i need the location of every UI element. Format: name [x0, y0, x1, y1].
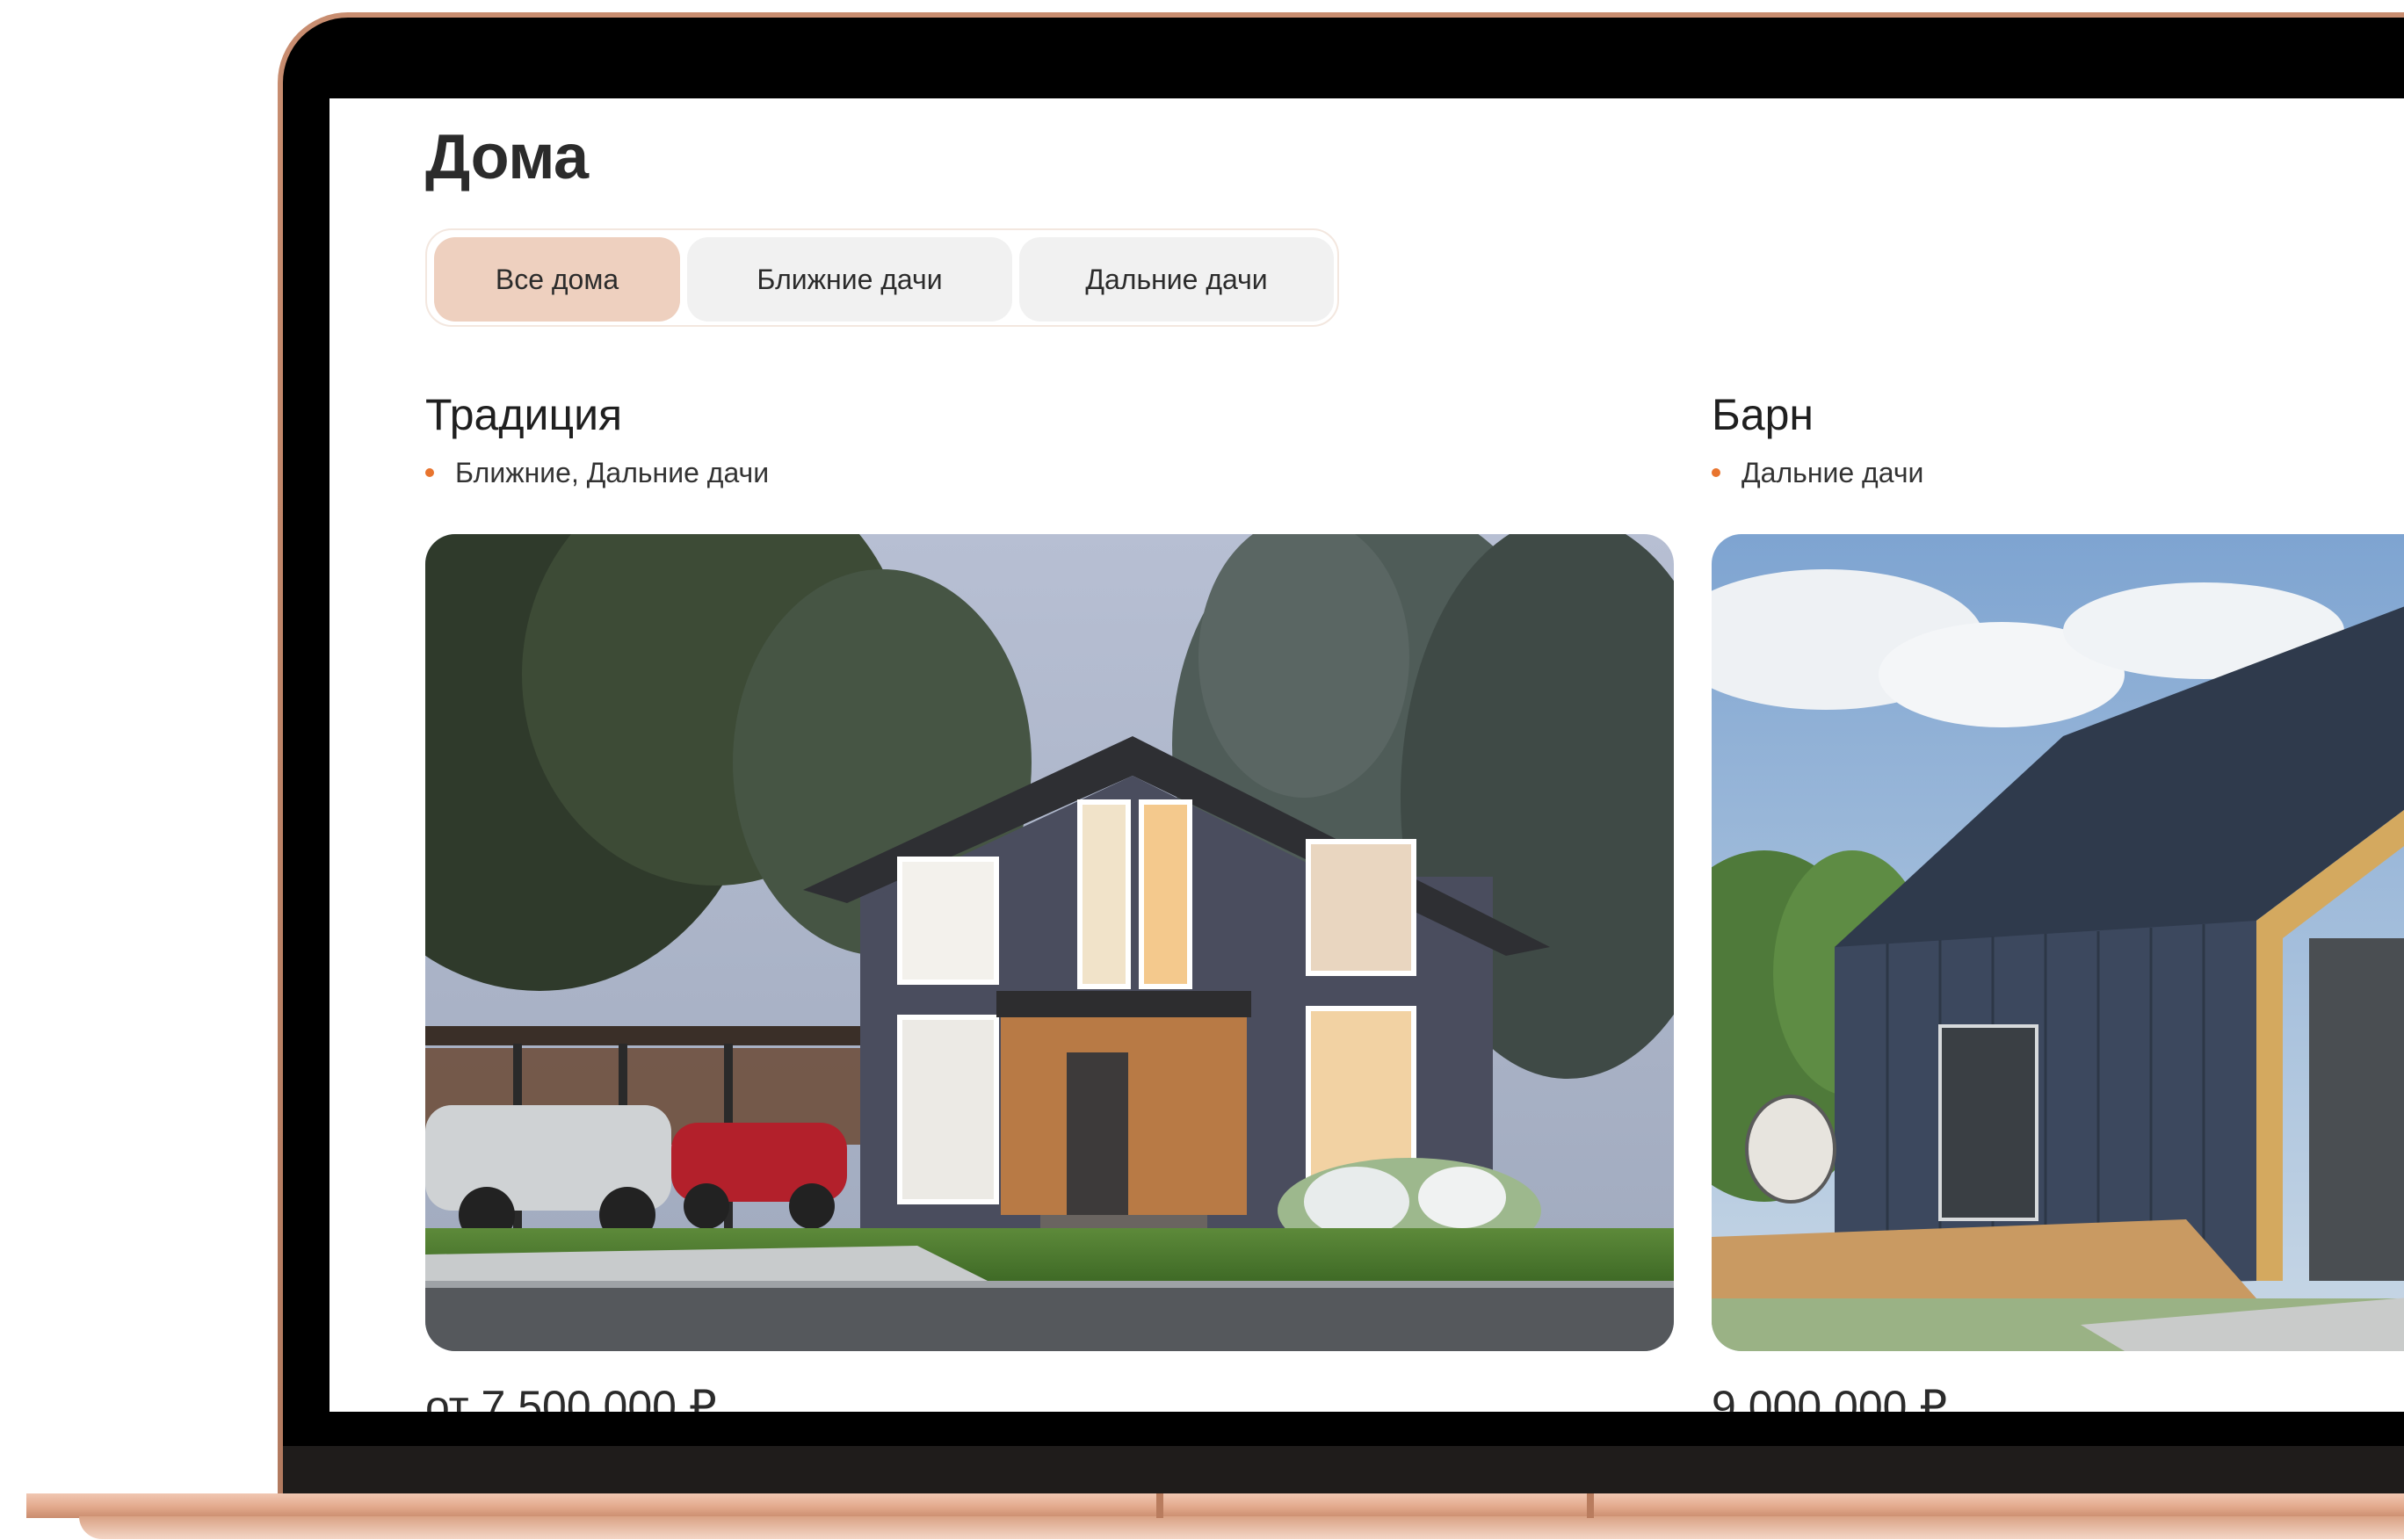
filter-all-houses[interactable]: Все дома — [434, 237, 680, 322]
bullet-dot-icon — [1712, 468, 1720, 477]
laptop-bezel-bottom — [283, 1446, 2404, 1499]
house-card-image[interactable] — [1712, 534, 2404, 1351]
laptop-base — [26, 1493, 2404, 1518]
barn-house-photo — [1712, 534, 2404, 1351]
house-card[interactable]: Барн Дальние дачи 9 000 000 ₽ — [1712, 388, 2404, 1412]
page-title: Дома — [425, 122, 589, 192]
house-card-price: от 7 500 000 ₽ — [425, 1382, 717, 1412]
house-card-tags-text: Дальние дачи — [1741, 456, 1924, 488]
house-card-tags: Ближние, Дальние дачи — [425, 455, 1674, 490]
laptop-base-edge — [79, 1516, 2404, 1539]
two-story-house-photo — [425, 534, 1674, 1351]
laptop-screen: Дома Все дома Ближние дачи Дальние дачи … — [329, 98, 2404, 1412]
filter-near-dachas[interactable]: Ближние дачи — [687, 237, 1012, 322]
house-card-tags-text: Ближние, Дальние дачи — [455, 456, 770, 488]
house-card-title[interactable]: Барн — [1712, 388, 2404, 441]
bullet-dot-icon — [425, 468, 434, 477]
filter-tabs: Все дома Ближние дачи Дальние дачи — [425, 228, 1339, 327]
house-card-tags: Дальние дачи — [1712, 455, 2404, 490]
filter-far-dachas[interactable]: Дальние дачи — [1019, 237, 1334, 322]
hinge-notch — [1587, 1493, 1594, 1518]
house-card-title[interactable]: Традиция — [425, 388, 1674, 441]
house-card-price: 9 000 000 ₽ — [1712, 1382, 1948, 1412]
house-card[interactable]: Традиция Ближние, Дальние дачи от 7 500 … — [425, 388, 1674, 1412]
hinge-notch — [1156, 1493, 1163, 1518]
house-card-image[interactable] — [425, 534, 1674, 1351]
